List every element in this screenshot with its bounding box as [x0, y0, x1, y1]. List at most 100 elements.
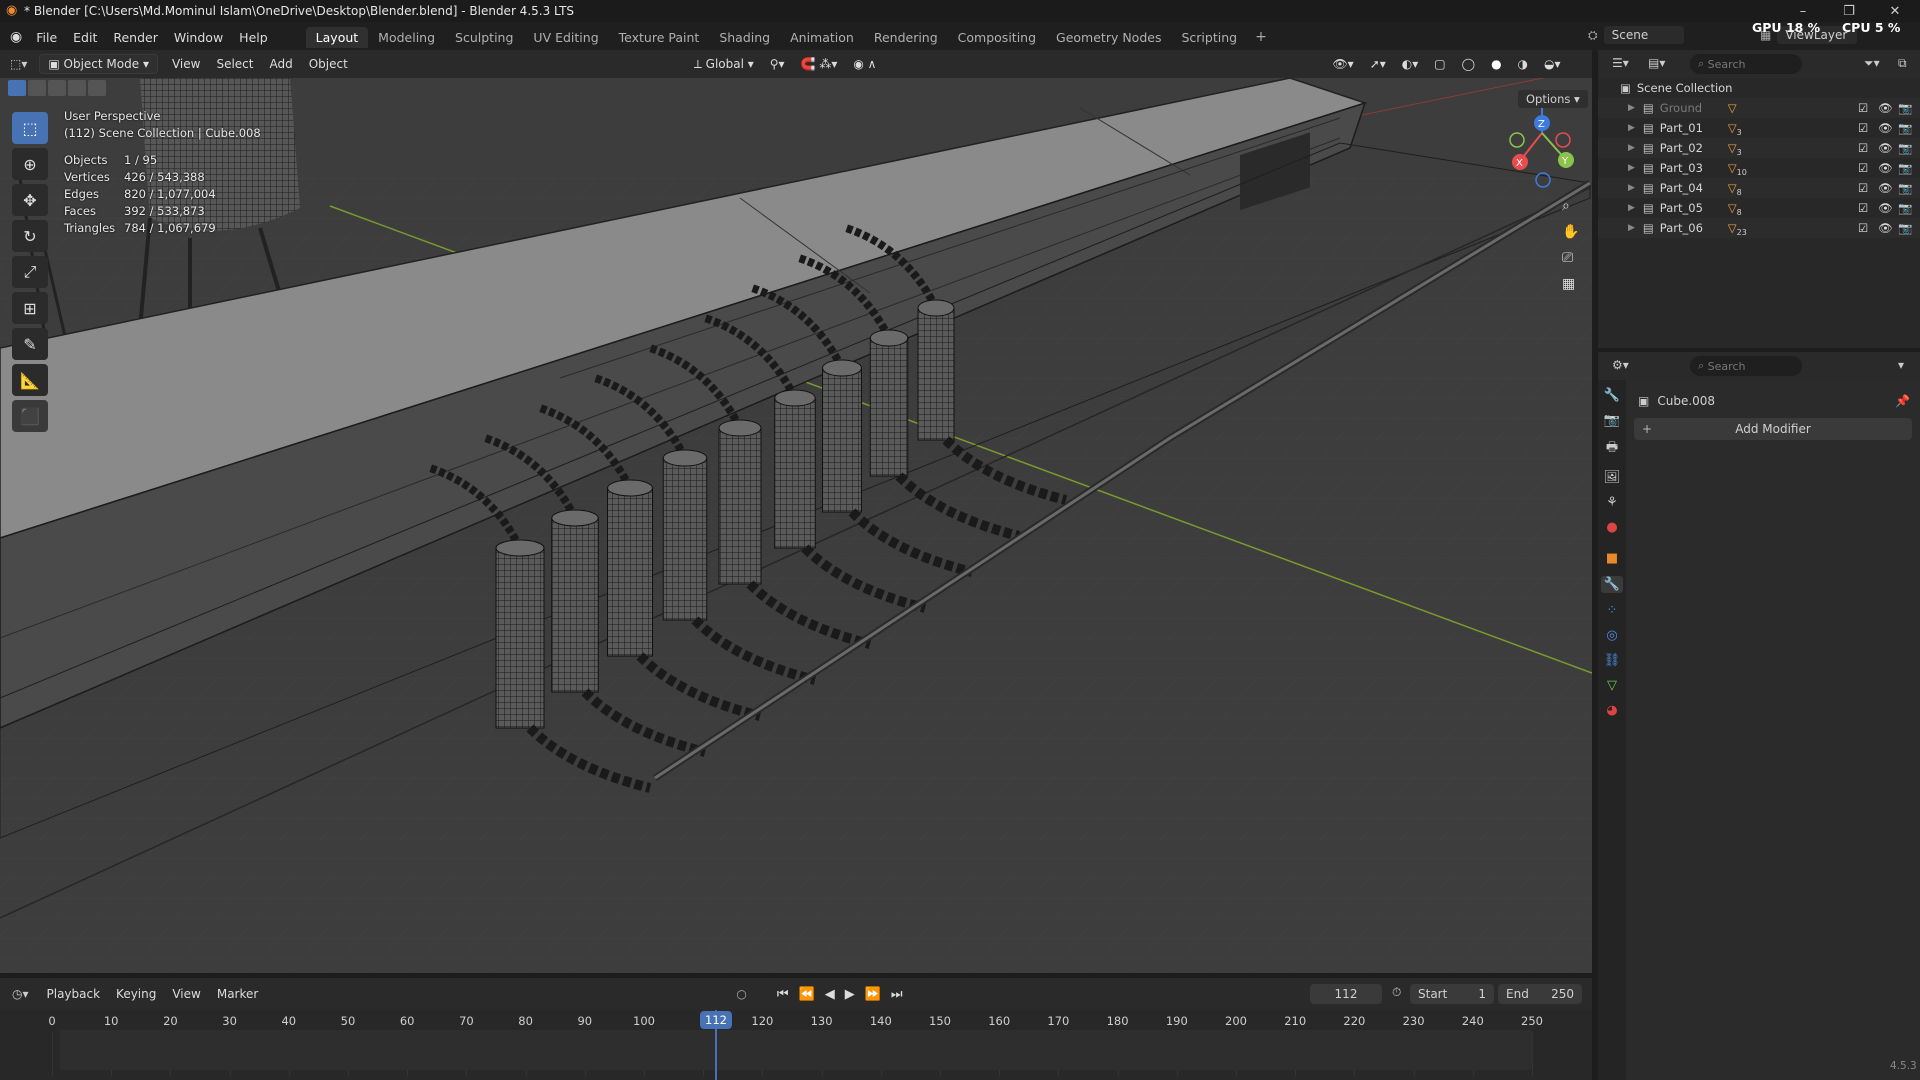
checkbox-icon[interactable]: ☑: [1858, 181, 1868, 195]
editor-type-icon[interactable]: ⬚▾: [10, 57, 27, 71]
properties-search[interactable]: ⌕ Search: [1690, 356, 1802, 376]
view-layer-tab-icon[interactable]: 🖼: [1604, 470, 1621, 485]
zoom-icon[interactable]: ⌕: [1562, 198, 1579, 214]
modifier-tab-icon[interactable]: 🔧: [1600, 576, 1624, 593]
timeline-menu-keying[interactable]: Keying: [108, 985, 164, 1003]
outliner-item-ground[interactable]: ▶ ▤ Ground ▽ ☑ 👁 📷: [1598, 98, 1920, 118]
timeline-menu-view[interactable]: View: [164, 985, 208, 1003]
outliner-search[interactable]: ⌕ Search: [1690, 54, 1802, 74]
checkbox-icon[interactable]: ☑: [1858, 121, 1868, 135]
pin-icon[interactable]: 📌: [1895, 394, 1910, 408]
output-tab-icon[interactable]: 🖶: [1606, 438, 1618, 460]
material-tab-icon[interactable]: ◕: [1606, 703, 1617, 718]
tab-shading[interactable]: Shading: [709, 27, 780, 48]
scene-name[interactable]: Scene: [1603, 26, 1684, 44]
select-box-icon[interactable]: ⬚: [12, 112, 48, 144]
select-invert-icon[interactable]: [68, 80, 86, 96]
camera-icon[interactable]: 📷: [1898, 101, 1912, 115]
visibility-icon[interactable]: 👁▾: [1324, 55, 1361, 73]
tool-tab-icon[interactable]: 🔧: [1604, 388, 1620, 403]
shading-wireframe-icon[interactable]: ◯: [1454, 55, 1483, 73]
select-subtract-icon[interactable]: [48, 80, 66, 96]
annotate-icon[interactable]: ✎: [12, 328, 48, 360]
outliner-editor-icon[interactable]: ☰▾: [1612, 56, 1629, 70]
eye-icon[interactable]: 👁: [1878, 201, 1893, 215]
outliner-item-part_01[interactable]: ▶ ▤ Part_01 ▽ 3 ☑ 👁 📷: [1598, 118, 1920, 138]
play-icon[interactable]: ▶: [845, 987, 855, 1002]
filter-icon[interactable]: ⏷▾: [1864, 56, 1880, 71]
jump-end-icon[interactable]: ⏭: [891, 987, 903, 1002]
xray-toggle-icon[interactable]: ▢: [1426, 55, 1453, 73]
outliner-item-part_03[interactable]: ▶ ▤ Part_03 ▽ 10 ☑ 👁 📷: [1598, 158, 1920, 178]
playhead-frame-label[interactable]: 112: [700, 1011, 732, 1029]
overlay-toggle-icon[interactable]: ◐▾: [1394, 55, 1427, 73]
timeline-menu-marker[interactable]: Marker: [209, 985, 266, 1003]
eye-icon[interactable]: 👁: [1878, 101, 1893, 115]
object-name[interactable]: Cube.008: [1657, 394, 1715, 408]
viewport-menu-object[interactable]: Object: [301, 55, 356, 73]
outliner-item-part_04[interactable]: ▶ ▤ Part_04 ▽ 8 ☑ 👁 📷: [1598, 178, 1920, 198]
particles-tab-icon[interactable]: ⁘: [1607, 603, 1618, 618]
prev-keyframe-icon[interactable]: ⏪: [799, 987, 815, 1002]
gizmo-toggle-icon[interactable]: ➚▾: [1362, 55, 1394, 73]
viewport-menu-select[interactable]: Select: [208, 55, 261, 73]
select-extend-icon[interactable]: [28, 80, 46, 96]
timeline-body[interactable]: 0102030405060708090100112013014015016017…: [0, 1010, 1592, 1080]
tab-compositing[interactable]: Compositing: [948, 27, 1046, 48]
transform-icon[interactable]: ⊞: [12, 292, 48, 324]
expand-arrow-icon[interactable]: ▶: [1628, 203, 1635, 213]
checkbox-icon[interactable]: ☑: [1858, 141, 1868, 155]
snap-icon[interactable]: 🧲 ⁂▾: [793, 55, 846, 73]
scale-icon[interactable]: ⤢: [12, 256, 48, 288]
camera-icon[interactable]: 📷: [1898, 121, 1912, 135]
shading-material-icon[interactable]: ◑: [1510, 55, 1536, 73]
mode-dropdown[interactable]: ▣ Object Mode ▾: [39, 54, 158, 74]
menu-file[interactable]: File: [28, 30, 65, 45]
eye-icon[interactable]: 👁: [1878, 141, 1893, 155]
camera-icon[interactable]: 📷: [1898, 221, 1912, 235]
checkbox-icon[interactable]: ☑: [1858, 161, 1868, 175]
camera-view-icon[interactable]: ⎚: [1562, 250, 1579, 266]
tab-rendering[interactable]: Rendering: [864, 27, 948, 48]
cursor-icon[interactable]: ⊕: [12, 148, 48, 180]
proportional-edit-icon[interactable]: ◉ ∧: [845, 55, 884, 73]
tab-uv-editing[interactable]: UV Editing: [523, 27, 608, 48]
end-frame-field[interactable]: End 250: [1498, 984, 1582, 1004]
tab-scripting[interactable]: Scripting: [1171, 27, 1247, 48]
eye-icon[interactable]: 👁: [1878, 181, 1893, 195]
display-mode-icon[interactable]: ▤▾: [1648, 56, 1665, 70]
physics-tab-icon[interactable]: ◎: [1606, 628, 1617, 643]
play-reverse-icon[interactable]: ◀: [825, 987, 835, 1002]
menu-help[interactable]: Help: [231, 30, 276, 45]
outliner-item-part_05[interactable]: ▶ ▤ Part_05 ▽ 8 ☑ 👁 📷: [1598, 198, 1920, 218]
scene-collection-row[interactable]: ▣ Scene Collection: [1598, 78, 1920, 98]
stopwatch-icon[interactable]: ⏱: [1392, 985, 1401, 1000]
add-workspace-button[interactable]: +: [1255, 29, 1267, 45]
camera-icon[interactable]: 📷: [1898, 181, 1912, 195]
tab-texture-paint[interactable]: Texture Paint: [609, 27, 710, 48]
tab-layout[interactable]: Layout: [305, 26, 369, 48]
scene-tab-icon[interactable]: ⚘: [1606, 495, 1618, 510]
outliner-item-part_02[interactable]: ▶ ▤ Part_02 ▽ 3 ☑ 👁 📷: [1598, 138, 1920, 158]
move-icon[interactable]: ✥: [12, 184, 48, 216]
expand-arrow-icon[interactable]: ▶: [1628, 183, 1635, 193]
object-tab-icon[interactable]: ■: [1606, 551, 1618, 566]
blender-menu-icon[interactable]: ◉: [10, 29, 22, 45]
current-frame-field[interactable]: 112: [1310, 984, 1382, 1004]
next-keyframe-icon[interactable]: ⏩: [865, 987, 881, 1002]
eye-icon[interactable]: 👁: [1878, 161, 1893, 175]
minimize-button[interactable]: –: [1780, 0, 1826, 22]
world-tab-icon[interactable]: ●: [1606, 520, 1617, 535]
menu-render[interactable]: Render: [105, 30, 166, 45]
auto-keying-icon[interactable]: ○: [736, 987, 746, 1001]
checkbox-icon[interactable]: ☑: [1858, 101, 1868, 115]
orientation-dropdown[interactable]: ⟂ Global ▾: [686, 55, 762, 74]
chevron-down-icon[interactable]: ▾: [1898, 358, 1904, 372]
timeline-menu-playback[interactable]: Playback: [39, 985, 109, 1003]
outliner-item-part_06[interactable]: ▶ ▤ Part_06 ▽ 23 ☑ 👁 📷: [1598, 218, 1920, 238]
expand-arrow-icon[interactable]: ▶: [1628, 163, 1635, 173]
jump-start-icon[interactable]: ⏮: [777, 987, 789, 1002]
camera-icon[interactable]: 📷: [1898, 141, 1912, 155]
expand-arrow-icon[interactable]: ▶: [1628, 123, 1635, 133]
pivot-icon[interactable]: ⚲▾: [762, 55, 793, 73]
